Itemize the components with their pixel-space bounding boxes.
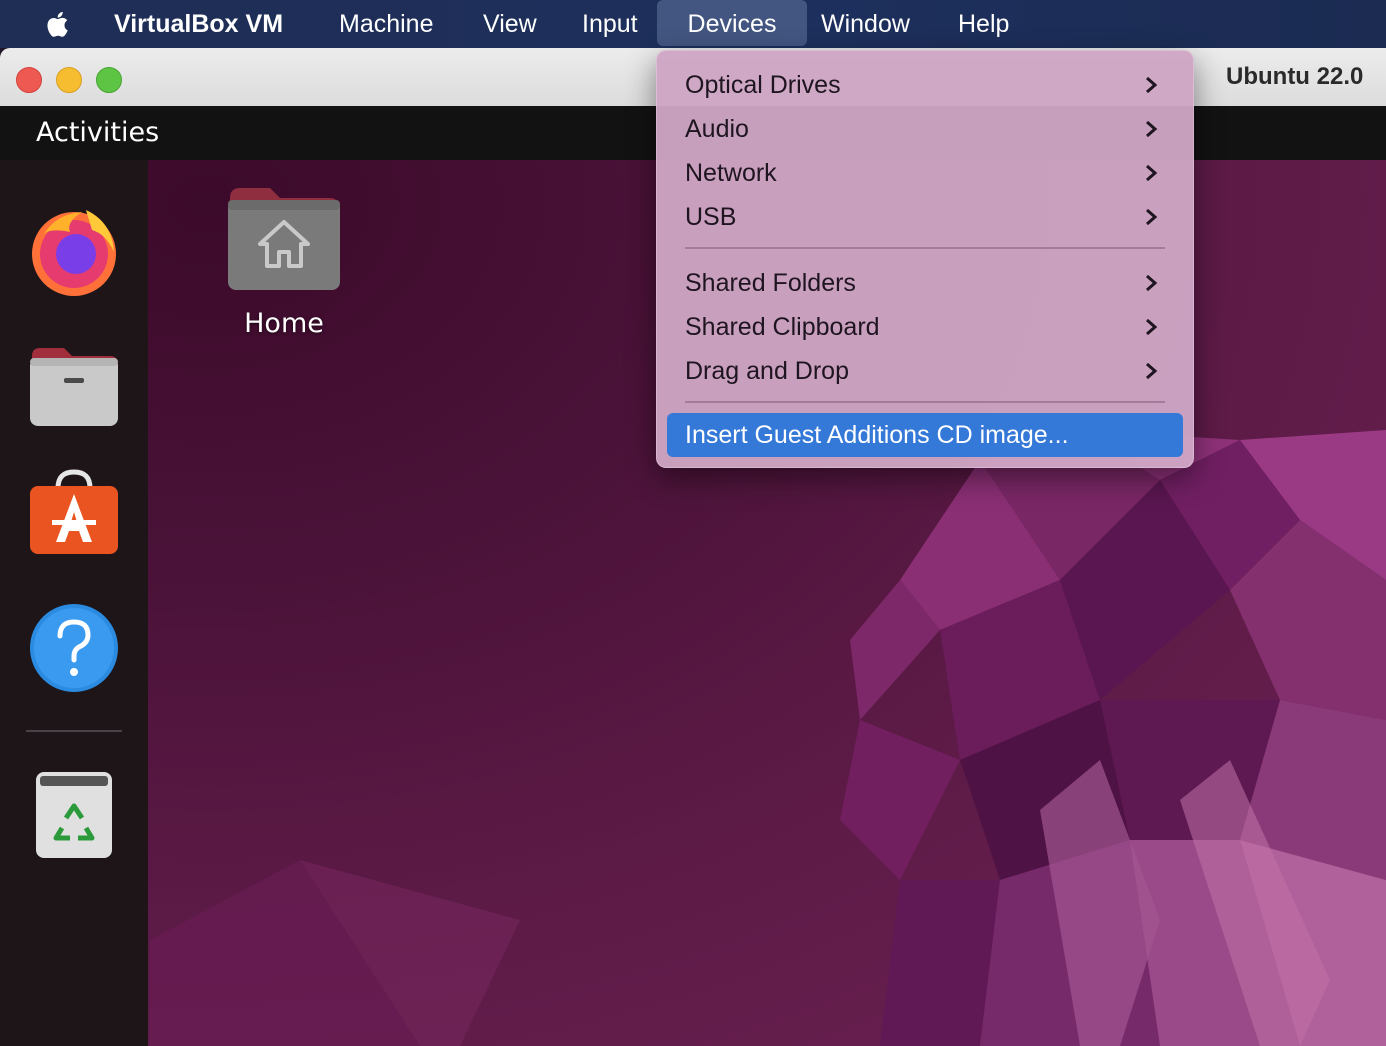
chevron-right-icon [1146,362,1158,380]
trash-icon[interactable] [26,766,122,862]
chevron-right-icon [1146,164,1158,182]
menu-item-audio[interactable]: Audio [667,107,1183,151]
menu-item-optical-drives[interactable]: Optical Drives [667,63,1183,107]
chevron-right-icon [1146,318,1158,336]
menu-item-drag-and-drop[interactable]: Drag and Drop [667,349,1183,393]
menu-item-label: Insert Guest Additions CD image... [685,421,1069,449]
chevron-right-icon [1146,120,1158,138]
menu-item-label: Network [685,159,777,187]
menubar-view[interactable]: View [483,0,537,48]
activities-button[interactable]: Activities [36,106,159,160]
menu-item-shared-clipboard[interactable]: Shared Clipboard [667,305,1183,349]
menu-item-usb[interactable]: USB [667,195,1183,239]
ubuntu-dock [0,160,148,1046]
files-folder-icon[interactable] [26,340,122,436]
menu-item-label: Drag and Drop [685,357,849,385]
app-store-icon[interactable] [26,466,122,562]
menubar-machine[interactable]: Machine [339,0,434,48]
menubar-devices[interactable]: Devices [657,0,807,46]
menu-item-label: Audio [685,115,749,143]
menu-item-label: Shared Folders [685,269,856,297]
zoom-window-button[interactable] [96,67,122,93]
firefox-icon[interactable] [26,204,122,300]
minimize-window-button[interactable] [56,67,82,93]
chevron-right-icon [1146,76,1158,94]
window-title: Ubuntu 22.0 [1226,63,1364,90]
chevron-right-icon [1146,208,1158,226]
menubar-app-name[interactable]: VirtualBox VM [114,0,283,48]
close-window-button[interactable] [16,67,42,93]
menubar-help[interactable]: Help [958,0,1009,48]
menubar-input[interactable]: Input [582,0,638,48]
menu-item-insert-guest-additions[interactable]: Insert Guest Additions CD image... [667,413,1183,457]
menu-item-network[interactable]: Network [667,151,1183,195]
help-icon[interactable] [26,600,122,696]
chevron-right-icon [1146,274,1158,292]
menu-item-shared-folders[interactable]: Shared Folders [667,261,1183,305]
menubar-window[interactable]: Window [821,0,910,48]
dock-separator [26,730,122,732]
menu-item-label: USB [685,203,737,231]
home-folder-label: Home [244,308,324,339]
menu-item-label: Shared Clipboard [685,313,880,341]
menu-item-label: Optical Drives [685,71,841,99]
home-folder-icon[interactable] [226,184,342,294]
menu-separator [685,247,1165,249]
devices-menu: Optical Drives Audio Network USB Shared … [656,50,1194,468]
apple-logo-icon[interactable] [40,6,76,42]
macos-menubar: VirtualBox VM Machine View Input Devices… [0,0,1386,48]
menu-separator [685,401,1165,403]
